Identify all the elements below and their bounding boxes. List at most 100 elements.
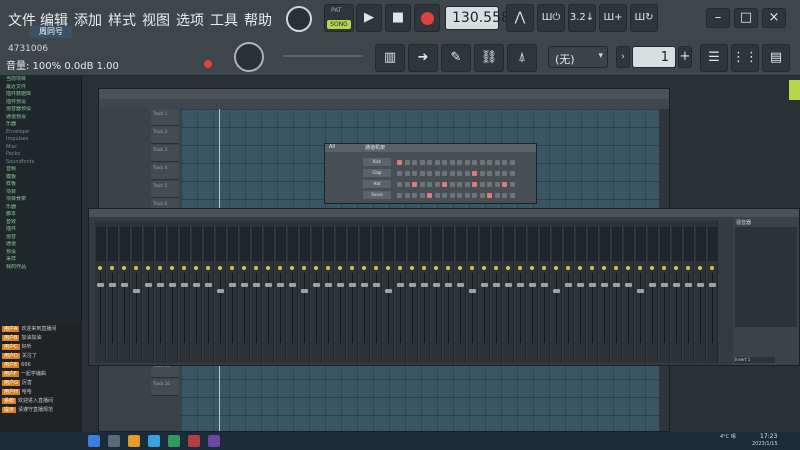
fader-handle[interactable] — [133, 289, 140, 293]
mixer-strip[interactable] — [455, 221, 466, 363]
browser-item[interactable]: 我的作品 — [0, 264, 81, 272]
strip-enable-dot[interactable] — [482, 266, 486, 270]
step-button[interactable] — [449, 171, 455, 176]
mixer-strip[interactable] — [275, 221, 286, 363]
strip-enable-dot[interactable] — [518, 266, 522, 270]
strip-enable-dot[interactable] — [530, 266, 534, 270]
close-button[interactable]: × — [762, 8, 786, 28]
play-button[interactable]: ▶ — [356, 4, 382, 32]
mixer-strip[interactable] — [395, 221, 406, 363]
step-button[interactable] — [502, 193, 507, 198]
step-button[interactable] — [487, 171, 492, 176]
fader-handle[interactable] — [493, 283, 500, 287]
step-button[interactable] — [442, 171, 447, 176]
step-button[interactable] — [442, 182, 447, 187]
mixer-strip[interactable] — [443, 221, 454, 363]
strip-enable-dot[interactable] — [638, 266, 642, 270]
step-button[interactable] — [434, 182, 440, 187]
step-button[interactable] — [419, 171, 425, 176]
strip-enable-dot[interactable] — [554, 266, 558, 270]
strip-enable-dot[interactable] — [218, 266, 222, 270]
maximize-button[interactable]: □ — [734, 8, 758, 28]
channel-name-button[interactable]: Clap — [363, 169, 391, 177]
edit-tool-button[interactable]: ✎ — [441, 44, 471, 72]
step-button[interactable] — [449, 193, 455, 198]
channel-name-button[interactable]: Snare — [363, 191, 391, 199]
browser-item[interactable]: 乐器 — [0, 204, 81, 212]
strip-label[interactable] — [312, 227, 321, 261]
strip-label[interactable] — [516, 227, 525, 261]
fader-handle[interactable] — [217, 289, 224, 293]
strip-label[interactable] — [564, 227, 573, 261]
strip-enable-dot[interactable] — [458, 266, 462, 270]
rack-titlebar[interactable]: 通道机架 All — [325, 144, 536, 152]
strip-label[interactable] — [552, 227, 561, 261]
mixer-strip[interactable] — [695, 221, 706, 363]
strip-enable-dot[interactable] — [506, 266, 510, 270]
strip-label[interactable] — [432, 227, 441, 261]
fader-handle[interactable] — [673, 283, 680, 287]
mixer-strip[interactable] — [167, 221, 178, 363]
mixer-strip[interactable] — [683, 221, 694, 363]
strip-enable-dot[interactable] — [122, 266, 126, 270]
fader-handle[interactable] — [637, 289, 644, 293]
rack-all-filter[interactable]: All — [329, 144, 335, 150]
fader-handle[interactable] — [145, 283, 152, 287]
step-button[interactable] — [397, 193, 402, 198]
strip-enable-dot[interactable] — [662, 266, 666, 270]
master-slider[interactable] — [283, 55, 363, 57]
strip-label[interactable] — [456, 227, 465, 261]
strip-label[interactable] — [168, 227, 177, 261]
strip-enable-dot[interactable] — [230, 266, 234, 270]
browser-item[interactable]: 项目骨架 — [0, 196, 81, 204]
browser-item[interactable]: 音频 — [0, 166, 81, 174]
browser-item[interactable]: 混音 — [0, 234, 81, 242]
strip-enable-dot[interactable] — [146, 266, 150, 270]
piano-roll-button[interactable]: ▥ — [375, 44, 405, 72]
step-button[interactable] — [404, 182, 410, 187]
strip-label[interactable] — [276, 227, 285, 261]
strip-label[interactable] — [540, 227, 549, 261]
strip-label[interactable] — [384, 227, 393, 261]
browser-view-button[interactable]: ▤ — [762, 44, 790, 72]
step-button[interactable] — [487, 193, 492, 198]
fader-handle[interactable] — [577, 283, 584, 287]
step-button[interactable] — [509, 182, 515, 187]
fader-handle[interactable] — [529, 283, 536, 287]
step-button[interactable] — [434, 193, 440, 198]
mixer-strip[interactable] — [287, 221, 298, 363]
stop-button[interactable]: ■ — [385, 4, 411, 32]
browser-item[interactable]: 当前项目 — [0, 76, 81, 84]
strip-enable-dot[interactable] — [278, 266, 282, 270]
mixer-strip[interactable] — [335, 221, 346, 363]
strip-enable-dot[interactable] — [686, 266, 690, 270]
mixer-strip[interactable] — [503, 221, 514, 363]
mixer-strip[interactable] — [383, 221, 394, 363]
strip-enable-dot[interactable] — [170, 266, 174, 270]
strip-label[interactable] — [612, 227, 621, 261]
fader-handle[interactable] — [361, 283, 368, 287]
strip-enable-dot[interactable] — [386, 266, 390, 270]
fader-handle[interactable] — [505, 283, 512, 287]
channel-rack-view-button[interactable]: ⋮⋮ — [731, 44, 759, 72]
strip-label[interactable] — [288, 227, 297, 261]
strip-label[interactable] — [468, 227, 477, 261]
step-button[interactable] — [502, 160, 507, 165]
browser-item[interactable]: 项目 — [0, 189, 81, 197]
strip-label[interactable] — [492, 227, 501, 261]
mixer-strip[interactable] — [191, 221, 202, 363]
mixer-strip[interactable] — [431, 221, 442, 363]
step-button[interactable] — [397, 160, 402, 165]
strip-label[interactable] — [240, 227, 249, 261]
strip-label[interactable] — [588, 227, 597, 261]
fader-handle[interactable] — [205, 283, 212, 287]
browser-item[interactable]: 模板 — [0, 174, 81, 182]
strip-enable-dot[interactable] — [110, 266, 114, 270]
track-header[interactable]: Track 2 — [151, 127, 179, 144]
mixer-strip[interactable] — [299, 221, 310, 363]
step-button[interactable] — [404, 171, 410, 176]
strip-enable-dot[interactable] — [434, 266, 438, 270]
strip-enable-dot[interactable] — [650, 266, 654, 270]
mixer-strip[interactable] — [563, 221, 574, 363]
browser-item[interactable]: Packs — [0, 151, 81, 159]
